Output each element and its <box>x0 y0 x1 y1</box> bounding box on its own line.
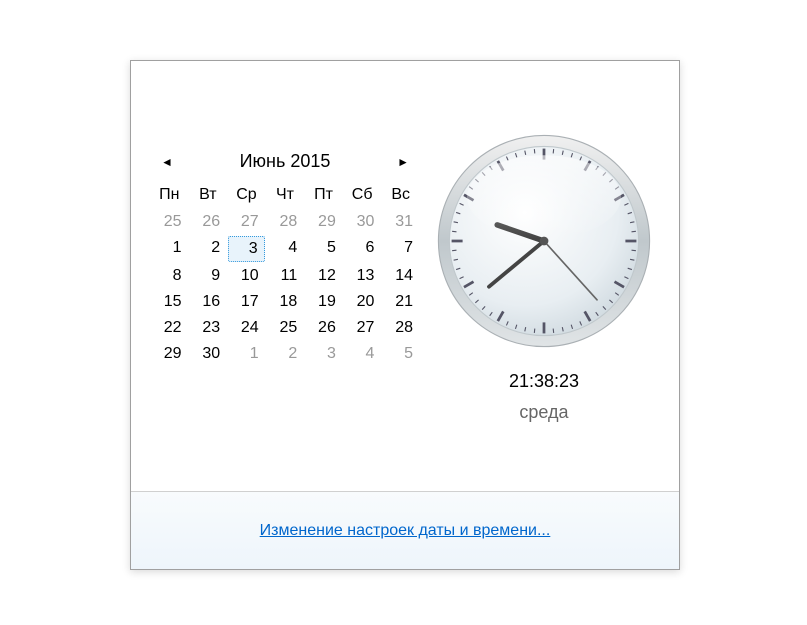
calendar-day[interactable]: 27 <box>344 316 381 340</box>
calendar-day[interactable]: 13 <box>344 264 381 288</box>
calendar-day[interactable]: 1 <box>151 236 188 262</box>
calendar-day[interactable]: 14 <box>382 264 419 288</box>
day-of-week: среда <box>519 402 568 423</box>
calendar-section: ◄ Июнь 2015 ► ПнВтСрЧтПтСбВс252627282930… <box>151 91 419 471</box>
calendar-day[interactable]: 6 <box>344 236 381 262</box>
calendar-day[interactable]: 18 <box>267 290 304 314</box>
next-month-arrow[interactable]: ► <box>397 155 409 169</box>
calendar-day[interactable]: 27 <box>228 210 265 234</box>
calendar-day[interactable]: 28 <box>382 316 419 340</box>
calendar-day[interactable]: 7 <box>382 236 419 262</box>
clock-section: 21:38:23 среда <box>419 91 659 471</box>
weekday-header: Пн <box>151 182 188 208</box>
calendar-day[interactable]: 1 <box>228 342 265 366</box>
calendar-header: ◄ Июнь 2015 ► <box>151 151 419 182</box>
calendar-day[interactable]: 20 <box>344 290 381 314</box>
calendar-day[interactable]: 3 <box>228 236 265 262</box>
weekday-header: Вс <box>382 182 419 208</box>
calendar-day[interactable]: 2 <box>190 236 227 262</box>
calendar-day[interactable]: 26 <box>305 316 342 340</box>
calendar-day[interactable]: 30 <box>190 342 227 366</box>
weekday-header: Чт <box>267 182 304 208</box>
calendar-day[interactable]: 5 <box>305 236 342 262</box>
weekday-header: Сб <box>344 182 381 208</box>
weekday-header: Вт <box>190 182 227 208</box>
weekday-header: Ср <box>228 182 265 208</box>
calendar-day[interactable]: 2 <box>267 342 304 366</box>
analog-clock <box>434 131 654 351</box>
calendar-day[interactable]: 22 <box>151 316 188 340</box>
calendar-day[interactable]: 4 <box>267 236 304 262</box>
datetime-popup: ◄ Июнь 2015 ► ПнВтСрЧтПтСбВс252627282930… <box>130 60 680 570</box>
calendar-day[interactable]: 30 <box>344 210 381 234</box>
digital-time: 21:38:23 <box>509 371 579 392</box>
calendar-day[interactable]: 5 <box>382 342 419 366</box>
calendar-day[interactable]: 31 <box>382 210 419 234</box>
calendar-grid: ПнВтСрЧтПтСбВс25262728293031123456789101… <box>151 182 419 366</box>
calendar-day[interactable]: 25 <box>267 316 304 340</box>
calendar-day[interactable]: 29 <box>305 210 342 234</box>
calendar-day[interactable]: 12 <box>305 264 342 288</box>
calendar-day[interactable]: 26 <box>190 210 227 234</box>
weekday-header: Пт <box>305 182 342 208</box>
main-area: ◄ Июнь 2015 ► ПнВтСрЧтПтСбВс252627282930… <box>131 61 679 491</box>
month-title[interactable]: Июнь 2015 <box>173 151 397 172</box>
calendar-day[interactable]: 19 <box>305 290 342 314</box>
calendar-day[interactable]: 25 <box>151 210 188 234</box>
calendar-day[interactable]: 17 <box>228 290 265 314</box>
calendar-day[interactable]: 11 <box>267 264 304 288</box>
calendar-day[interactable]: 3 <box>305 342 342 366</box>
calendar-day[interactable]: 8 <box>151 264 188 288</box>
calendar-day[interactable]: 24 <box>228 316 265 340</box>
calendar-day[interactable]: 16 <box>190 290 227 314</box>
calendar-day[interactable]: 9 <box>190 264 227 288</box>
footer-bar: Изменение настроек даты и времени... <box>131 491 679 569</box>
calendar-day[interactable]: 28 <box>267 210 304 234</box>
calendar-day[interactable]: 4 <box>344 342 381 366</box>
calendar-day[interactable]: 15 <box>151 290 188 314</box>
calendar-day[interactable]: 23 <box>190 316 227 340</box>
change-settings-link[interactable]: Изменение настроек даты и времени... <box>260 522 551 540</box>
calendar-day[interactable]: 21 <box>382 290 419 314</box>
calendar-day[interactable]: 29 <box>151 342 188 366</box>
calendar-day[interactable]: 10 <box>228 264 265 288</box>
prev-month-arrow[interactable]: ◄ <box>161 155 173 169</box>
